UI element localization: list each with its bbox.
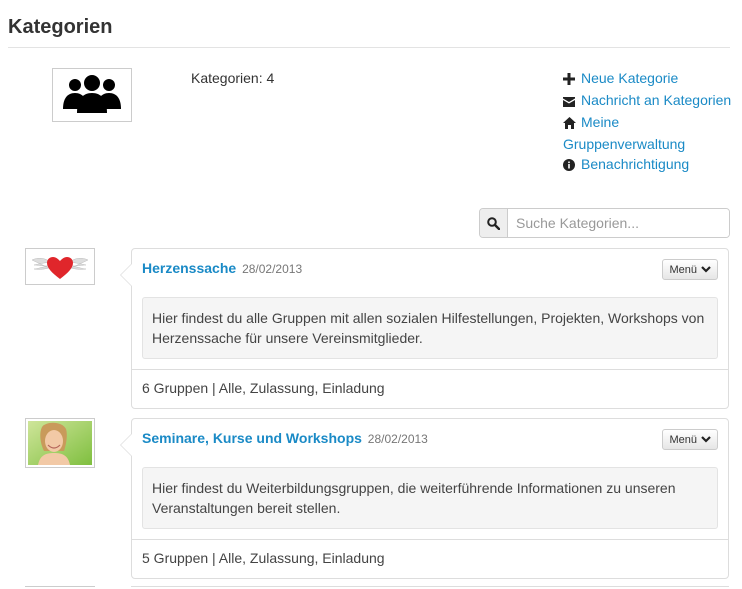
menu-button[interactable]: Menü	[662, 259, 718, 280]
category-name-link[interactable]: Seminare, Kurse und Workshops	[142, 430, 362, 446]
category-date: 28/02/2013	[367, 432, 428, 446]
new-category-link[interactable]: Neue Kategorie	[581, 70, 678, 86]
chevron-down-icon	[701, 266, 711, 273]
smiling-woman-photo	[28, 421, 92, 465]
next-category-thumbnail-edge	[25, 586, 95, 587]
category-description: Hier findest du Weiterbildungsgruppen, d…	[142, 467, 718, 529]
category-group-avatar	[52, 68, 132, 122]
category-description: Hier findest du alle Gruppen mit allen s…	[142, 297, 718, 359]
page-title: Kategorien	[8, 16, 113, 38]
search-input[interactable]	[508, 209, 729, 237]
category-footer: 6 Gruppen | Alle, Zulassung, Einladung	[132, 369, 728, 408]
chevron-down-icon	[701, 436, 711, 443]
menu-button[interactable]: Menü	[662, 429, 718, 450]
category-footer: 5 Gruppen | Alle, Zulassung, Einladung	[132, 539, 728, 578]
category-card: Herzenssache 28/02/2013 Menü Hier findes…	[120, 248, 729, 409]
category-card: Seminare, Kurse und Workshops 28/02/2013…	[120, 418, 729, 579]
menu-label: Menü	[669, 263, 697, 276]
home-icon	[563, 114, 577, 134]
envelope-icon	[563, 92, 577, 112]
info-icon	[563, 156, 577, 176]
category-search	[479, 208, 730, 238]
my-group-management-link[interactable]: Meine Gruppenverwaltung	[563, 114, 685, 152]
search-button[interactable]	[480, 209, 508, 237]
plus-icon	[563, 70, 577, 90]
group-users-icon	[63, 75, 121, 113]
search-icon	[487, 216, 500, 230]
message-categories-link[interactable]: Nachricht an Kategorien	[581, 92, 731, 108]
category-date: 28/02/2013	[242, 262, 303, 276]
next-category-card-edge	[131, 586, 729, 587]
menu-label: Menü	[669, 433, 697, 446]
category-count: Kategorien: 4	[191, 70, 275, 86]
category-name-link[interactable]: Herzenssache	[142, 260, 236, 276]
category-thumbnail[interactable]	[25, 418, 95, 468]
category-actions: Neue Kategorie Nachricht an Kategorien M…	[563, 68, 733, 176]
title-divider	[8, 47, 730, 48]
winged-heart-image	[31, 257, 89, 279]
category-thumbnail[interactable]	[25, 248, 95, 285]
notification-link[interactable]: Benachrichtigung	[581, 156, 689, 172]
